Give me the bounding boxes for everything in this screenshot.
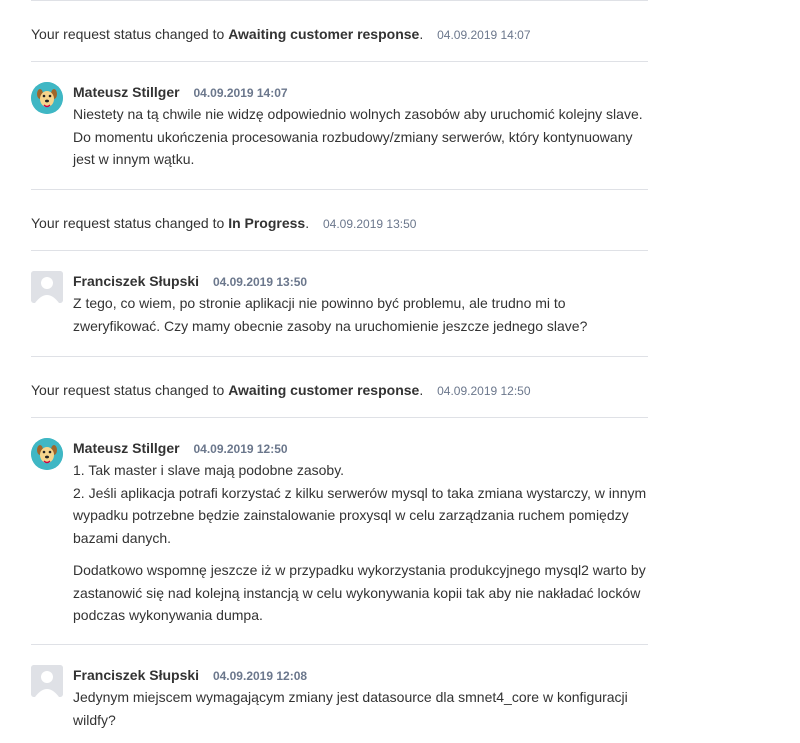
status-value: Awaiting customer response: [228, 26, 420, 42]
activity-feed: Your request status changed to Awaiting …: [31, 0, 648, 731]
author-name: Mateusz Stillger: [73, 84, 180, 100]
status-prefix: Your request status changed to: [31, 215, 225, 231]
comment-paragraph: Dodatkowo wspomnę jeszcze iż w przypadku…: [73, 562, 646, 623]
comment-entry: Mateusz Stillger 04.09.2019 14:07 Nieste…: [31, 62, 648, 189]
user-avatar: [31, 271, 63, 303]
timestamp: 04.09.2019 14:07: [437, 28, 531, 42]
status-change-entry: Your request status changed to In Progre…: [31, 215, 417, 231]
comment-body: Z tego, co wiem, po stronie aplikacji ni…: [73, 292, 648, 337]
status-value: Awaiting customer response: [228, 382, 420, 398]
comment-paragraph: Jedynym miejscem wymagającym zmiany jest…: [73, 689, 628, 728]
timestamp: 04.09.2019 12:50: [193, 442, 288, 456]
timestamp: 04.09.2019 12:50: [437, 384, 531, 398]
user-avatar: [31, 438, 63, 470]
timestamp: 04.09.2019 13:50: [323, 217, 417, 231]
timestamp: 04.09.2019 12:08: [212, 669, 308, 683]
status-change-entry: Your request status changed to Awaiting …: [31, 382, 531, 398]
timestamp: 04.09.2019 13:50: [212, 275, 308, 289]
comment-body: Jedynym miejscem wymagającym zmiany jest…: [73, 686, 648, 731]
dog-avatar-icon: [31, 82, 63, 114]
comment-body: Niestety na tą chwile nie widzę odpowied…: [73, 103, 648, 171]
default-avatar-icon: [31, 271, 63, 303]
comment-paragraph: Niestety na tą chwile nie widzę odpowied…: [73, 106, 643, 167]
status-prefix: Your request status changed to: [31, 26, 225, 42]
comment-header: Mateusz Stillger 04.09.2019 14:07: [73, 82, 648, 103]
comment-header: Franciszek Słupski 04.09.2019 12:08: [73, 665, 648, 686]
user-avatar: [31, 665, 63, 697]
comment-entry: Franciszek Słupski 04.09.2019 12:08 Jedy…: [31, 645, 648, 731]
comment-header: Mateusz Stillger 04.09.2019 12:50: [73, 438, 648, 459]
author-name: Franciszek Słupski: [73, 273, 200, 289]
comment-body: 1. Tak master i slave mają podobne zasob…: [73, 459, 648, 627]
timestamp: 04.09.2019 14:07: [193, 86, 288, 100]
status-prefix: Your request status changed to: [31, 382, 225, 398]
author-name: Mateusz Stillger: [73, 440, 180, 456]
comment-header: Franciszek Słupski 04.09.2019 13:50: [73, 271, 648, 292]
comment-entry: Franciszek Słupski 04.09.2019 13:50 Z te…: [31, 251, 648, 356]
comment-paragraph: 2. Jeśli aplikacja potrafi korzystać z k…: [73, 484, 647, 546]
comment-paragraph: 1. Tak master i slave mają podobne zasob…: [73, 462, 345, 478]
user-avatar: [31, 82, 63, 114]
dog-avatar-icon: [31, 438, 63, 470]
comment-paragraph: Z tego, co wiem, po stronie aplikacji ni…: [73, 295, 588, 334]
status-value: In Progress: [228, 215, 306, 231]
comment-entry: Mateusz Stillger 04.09.2019 12:50 1. Tak…: [31, 418, 648, 644]
author-name: Franciszek Słupski: [73, 667, 200, 683]
status-change-entry: Your request status changed to Awaiting …: [31, 26, 531, 42]
default-avatar-icon: [31, 665, 63, 697]
